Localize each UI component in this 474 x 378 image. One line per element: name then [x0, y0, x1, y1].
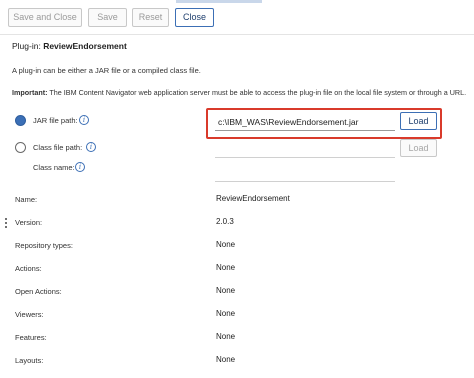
detail-label-repository-types: Repository types:: [15, 241, 73, 250]
plugin-description: A plug-in can be either a JAR file or a …: [12, 66, 201, 75]
detail-value-viewers: None: [216, 309, 236, 318]
save-button[interactable]: Save: [88, 8, 127, 27]
info-icon[interactable]: i: [86, 142, 96, 152]
jar-file-radio[interactable]: [15, 115, 26, 126]
detail-label-version: Version:: [15, 218, 43, 227]
detail-label-name: Name:: [15, 195, 38, 204]
detail-label-features: Features:: [15, 333, 47, 342]
toolbar: Save and Close Save Reset Close: [0, 0, 474, 32]
detail-label-layouts: Layouts:: [15, 356, 44, 365]
save-and-close-button[interactable]: Save and Close: [8, 8, 82, 27]
detail-value-version: 2.0.3: [216, 217, 234, 226]
jar-path-highlight-box: [206, 108, 442, 139]
plugin-header-label: Plug-in:: [12, 41, 44, 51]
detail-label-viewers: Viewers:: [15, 310, 44, 319]
jar-file-label: JAR file path:: [33, 116, 78, 125]
important-text: The IBM Content Navigator web applicatio…: [47, 88, 467, 97]
class-file-label: Class file path:: [33, 143, 83, 152]
detail-value-actions: None: [216, 263, 236, 272]
plugin-header-name: ReviewEndorsement: [43, 41, 127, 51]
info-icon[interactable]: i: [75, 162, 85, 172]
close-button[interactable]: Close: [175, 8, 214, 27]
detail-label-open-actions: Open Actions:: [15, 287, 62, 296]
detail-value-open-actions: None: [216, 286, 236, 295]
important-note: Important: The IBM Content Navigator web…: [12, 88, 466, 97]
class-file-radio[interactable]: [15, 142, 26, 153]
detail-value-repository-types: None: [216, 240, 236, 249]
toolbar-divider: [0, 34, 474, 35]
detail-value-features: None: [216, 332, 236, 341]
detail-value-name: ReviewEndorsement: [216, 194, 290, 203]
class-name-label: Class name:: [33, 163, 75, 172]
class-file-path-input[interactable]: [215, 140, 395, 158]
detail-label-actions: Actions:: [15, 264, 42, 273]
load-class-button-disabled[interactable]: Load: [400, 139, 437, 157]
class-name-input[interactable]: [215, 164, 395, 182]
detail-value-layouts: None: [216, 355, 236, 364]
info-icon[interactable]: i: [79, 115, 89, 125]
important-label: Important:: [12, 88, 48, 97]
reset-button[interactable]: Reset: [132, 8, 169, 27]
plugin-header: Plug-in: ReviewEndorsement: [12, 41, 127, 51]
kebab-menu-icon[interactable]: [5, 218, 8, 230]
